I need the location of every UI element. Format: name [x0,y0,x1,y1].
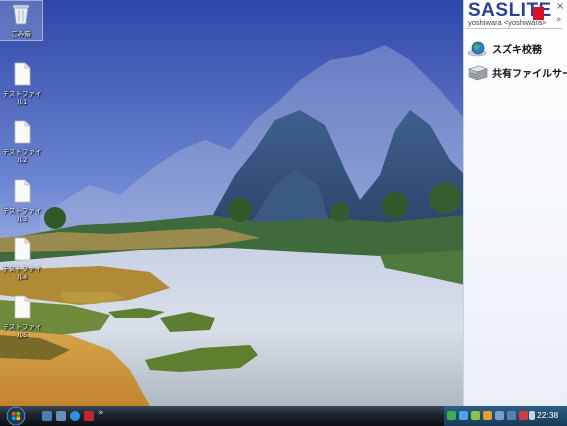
document-icon [14,179,31,203]
tray-update-icon[interactable] [459,411,468,420]
desktop-file-label: テストファイル5 [2,323,42,339]
window-switcher-icon[interactable] [56,411,66,421]
notification-area: 22:38 [444,406,567,426]
recycle-bin-icon[interactable]: ごみ箱 [0,0,43,41]
desktop-file-3[interactable]: テストファイル3 [0,179,44,223]
desktop-file-label: テストファイル1 [2,90,42,106]
document-icon [14,62,31,86]
tray-alert-icon[interactable] [519,411,528,420]
media-icon[interactable] [84,411,94,421]
document-icon [14,237,31,261]
desktop-file-2[interactable]: テストファイル2 [0,120,44,164]
trash-can-icon [12,4,30,25]
server-icon [468,65,488,81]
tray-volume-icon[interactable] [529,411,535,420]
desktop-file-1[interactable]: テストファイル1 [0,62,44,106]
tray-app-icon[interactable] [483,411,492,420]
header-divider [466,28,562,29]
show-desktop-icon[interactable] [42,411,52,421]
document-icon [14,120,31,144]
desktop-file-4[interactable]: テストファイル4 [0,237,44,281]
saslite-sidebar: SASLITE yoshiwara <yoshiwara> × » スズキ校務 … [463,0,567,409]
clock[interactable]: 22:38 [537,410,558,420]
menu-item-shared-file-server[interactable]: 共有ファイルサーバ [466,63,567,83]
expand-chevron-icon[interactable]: » [556,15,562,25]
tray-security-icon[interactable] [447,411,456,420]
close-icon[interactable]: × [556,1,564,12]
tray-device-icon[interactable] [495,411,504,420]
quicklaunch-more-chevron[interactable]: » [98,408,104,418]
internet-explorer-icon[interactable] [70,411,80,421]
desktop-file-5[interactable]: テストファイル5 [0,295,44,339]
globe-icon [467,41,487,57]
desktop-file-label: テストファイル2 [2,148,42,164]
start-button[interactable] [4,406,28,426]
menu-item-suzuki-komu[interactable]: スズキ校務 [466,39,562,59]
tray-shield-icon[interactable] [507,411,516,420]
desktop-file-label: テストファイル3 [2,207,42,223]
document-icon [14,295,31,319]
menu-item-label: 共有ファイルサーバ [492,69,567,80]
saslite-logo-mark [533,7,544,20]
menu-item-label: スズキ校務 [492,45,542,56]
recycle-bin-label: ごみ箱 [11,30,31,38]
tray-network-icon[interactable] [471,411,480,420]
taskbar: » 22:38 [0,406,567,426]
desktop-file-label: テストファイル4 [2,265,42,281]
